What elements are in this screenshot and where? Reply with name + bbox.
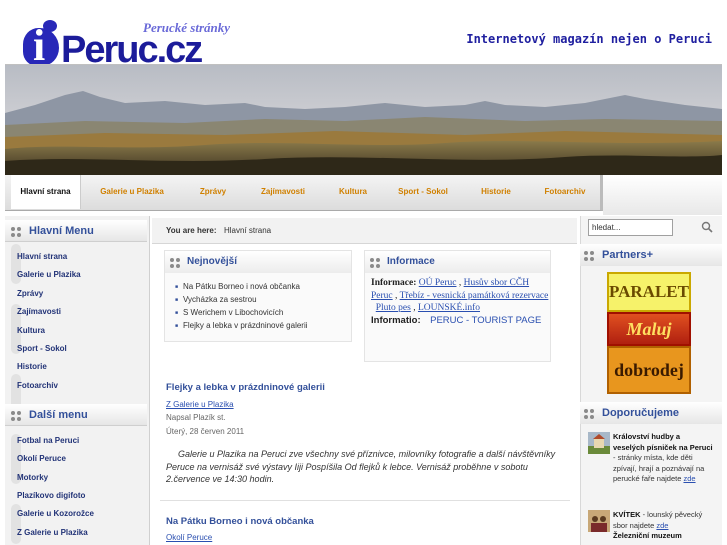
recommend-title: Doporučujeme <box>602 407 680 419</box>
article-category[interactable]: Okolí Peruce <box>166 533 212 542</box>
site-tagline: Internetový magazín nejen o Peruci <box>466 32 712 46</box>
menu-item-gallery[interactable]: Galerie u Plazika <box>17 270 81 279</box>
search-input[interactable]: hledat... <box>588 219 673 236</box>
article-title[interactable]: Na Pátku Borneo i nová občanka <box>166 516 314 527</box>
info-link-lounske[interactable]: LOUNSKÉ.info <box>418 303 480 313</box>
menu-item-surroundings[interactable]: Okolí Peruce <box>17 454 66 463</box>
article-author: Napsal Plazík st. <box>166 413 226 422</box>
article-separator <box>160 500 570 501</box>
latest-title: Nejnovější <box>187 256 238 267</box>
menu-item-kozoroz-gallery[interactable]: Galerie u Kozorožce <box>17 509 94 518</box>
latest-item[interactable]: Flejky a lebka v prázdninové galerii <box>175 321 307 330</box>
nav-tab-history[interactable]: Historie <box>471 175 521 209</box>
partner-banner-maluj[interactable]: Maluj <box>607 312 691 346</box>
site-logo[interactable]: i Peruc.cz Perucké stránky <box>23 18 239 71</box>
info-link-ou[interactable]: OÚ Peruc <box>419 278 457 288</box>
logo-tag: Perucké stránky <box>143 20 231 35</box>
search-icon[interactable] <box>701 221 713 233</box>
info-header: Informace <box>365 251 550 273</box>
article-body: Galerie u Plazika na Peruci zve všechny … <box>166 449 556 484</box>
recommend-item-link[interactable]: zde <box>656 521 668 530</box>
recommend-item-title[interactable]: Železniční muzeum <box>613 531 682 540</box>
menu-item-sport[interactable]: Sport - Sokol <box>17 344 67 353</box>
recommend-item-link[interactable]: zde <box>683 474 695 483</box>
breadcrumb-label: You are here: <box>166 226 217 235</box>
info-link-pluto[interactable]: Pluto pes <box>376 303 411 313</box>
latest-header: Nejnovější <box>165 251 351 273</box>
landscape-banner <box>5 65 722 175</box>
info-label: Informace: <box>371 278 417 288</box>
menu-item-history[interactable]: Historie <box>17 362 47 371</box>
more-menu-title: Další menu <box>29 409 88 421</box>
logo-i: i <box>33 21 46 70</box>
info-link-trebiz[interactable]: Třebíz - vesnická památková rezervace <box>400 291 549 301</box>
latest-item[interactable]: S Werichem v Libochovicích <box>175 308 283 317</box>
module-dots-icon <box>584 409 594 419</box>
menu-item-interesting[interactable]: Zajímavosti <box>17 307 61 316</box>
info-module: Informace Informace: OÚ Peruc , Husův sb… <box>364 250 551 362</box>
partner-label: Maluj <box>626 318 672 339</box>
site-header: i Peruc.cz Perucké stránky Internetový m… <box>5 0 722 69</box>
partner-banner-paralet[interactable]: PARALET <box>607 272 691 312</box>
info-label-2: Informatio: <box>371 314 421 326</box>
main-nav: Hlavní strana Galerie u Plazika Zprávy Z… <box>5 175 603 211</box>
menu-item-motorbikes[interactable]: Motorky <box>17 473 48 482</box>
module-dots-icon <box>11 227 21 237</box>
menu-item-football[interactable]: Fotbal na Peruci <box>17 436 79 445</box>
partner-label: PARALET <box>609 282 689 301</box>
nav-tab-news[interactable]: Zprávy <box>191 175 235 209</box>
menu-item-culture[interactable]: Kultura <box>17 326 45 335</box>
module-dots-icon <box>11 411 21 421</box>
article-category[interactable]: Z Galerie u Plazika <box>166 400 234 409</box>
info-text: Informace: OÚ Peruc , Husův sbor CČH Per… <box>371 278 549 326</box>
article-date: Úterý, 28 červen 2011 <box>166 427 245 436</box>
latest-item[interactable]: Na Pátku Borneo i nová občanka <box>175 282 300 291</box>
latest-module: Nejnovější Na Pátku Borneo i nová občank… <box>164 250 352 342</box>
partner-label: dobrodej <box>614 359 684 380</box>
recommend-item-title[interactable]: Království hudby a veselých písniček na … <box>613 432 713 452</box>
info-title: Informace <box>387 256 435 267</box>
nav-tab-culture[interactable]: Kultura <box>331 175 375 209</box>
breadcrumb-current: Hlavní strana <box>224 226 272 235</box>
module-dots-icon <box>370 258 380 268</box>
recommend-item: KVÍTEK - lounský pěvecký sbor najdete zd… <box>613 510 713 542</box>
info-link-tourist[interactable]: PERUC - TOURIST PAGE <box>430 315 541 326</box>
main-menu-header: Hlavní Menu <box>5 220 147 242</box>
recommend-item-title[interactable]: KVÍTEK <box>613 510 641 519</box>
menu-item-digifoto[interactable]: Plazíkovo digifoto <box>17 491 85 500</box>
more-menu-header: Další menu <box>5 404 147 426</box>
recommend-header: Doporučujeme <box>580 402 722 424</box>
nav-right-filler <box>603 175 722 215</box>
breadcrumb: You are here: Hlavní strana <box>152 218 577 244</box>
partners-header: Partners+ <box>580 244 722 266</box>
main-menu-title: Hlavní Menu <box>29 225 94 237</box>
nav-tab-home[interactable]: Hlavní strana <box>11 175 81 209</box>
menu-item-plazik-gallery[interactable]: Z Galerie u Plazika <box>17 528 88 537</box>
partner-banner-dobrodej[interactable]: dobrodej <box>607 346 691 394</box>
left-sidebar: Hlavní Menu Hlavní strana Galerie u Plaz… <box>5 216 150 545</box>
logo-word: Peruc.cz <box>61 29 203 71</box>
module-dots-icon <box>584 251 594 261</box>
partners-title: Partners+ <box>602 249 654 261</box>
module-dots-icon <box>170 258 180 268</box>
nav-tab-photoarchive[interactable]: Fotoarchiv <box>537 175 593 209</box>
recommend-item: Království hudby a veselých písniček na … <box>613 432 713 485</box>
nav-tab-interesting[interactable]: Zajímavosti <box>251 175 315 209</box>
nav-tab-gallery[interactable]: Galerie u Plazika <box>93 175 171 209</box>
nav-tab-sport[interactable]: Sport - Sokol <box>391 175 455 209</box>
menu-item-news[interactable]: Zprávy <box>17 289 43 298</box>
church-thumbnail <box>588 432 610 454</box>
latest-item[interactable]: Vycházka za sestrou <box>175 295 256 304</box>
menu-item-photoarchive[interactable]: Fotoarchív <box>17 381 58 390</box>
menu-item-home[interactable]: Hlavní strana <box>17 252 67 261</box>
choir-thumbnail <box>588 510 610 532</box>
article-title[interactable]: Flejky a lebka v prázdninové galerii <box>166 382 325 393</box>
